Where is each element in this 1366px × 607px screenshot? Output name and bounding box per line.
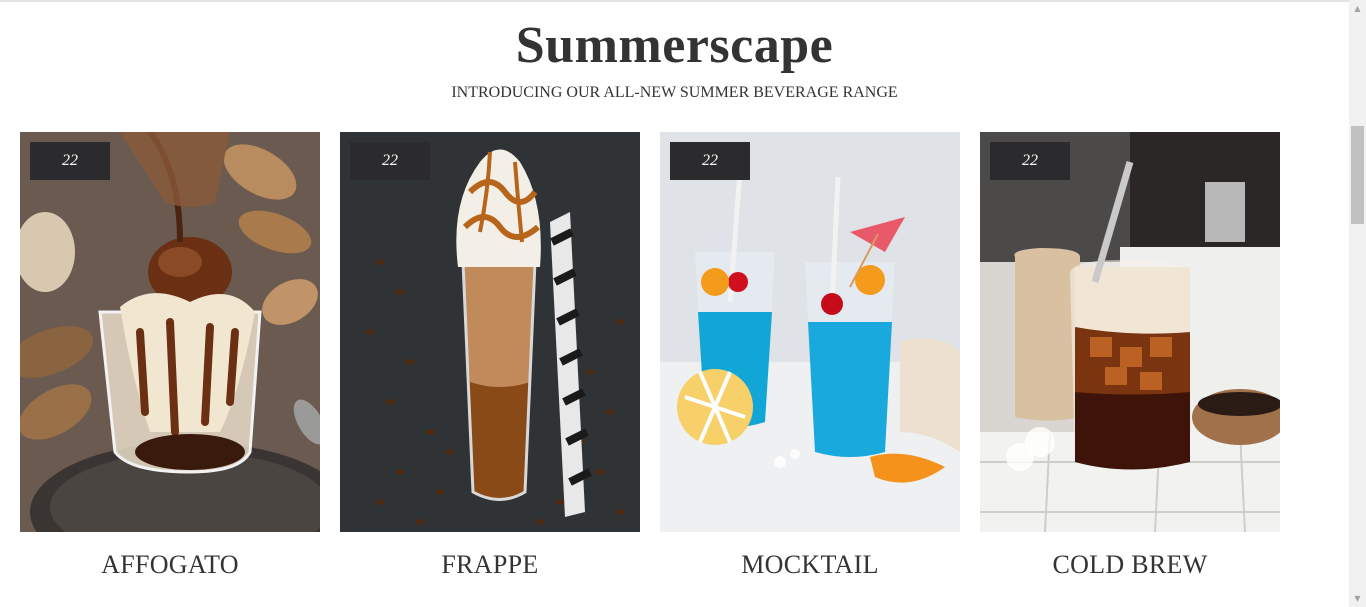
product-card-affogato[interactable]: 22 AFFOGATO	[20, 132, 320, 581]
product-name[interactable]: COLD BREW	[980, 549, 1280, 581]
price-badge: 22	[350, 142, 430, 180]
product-card-frappe[interactable]: 22 FRAPPE	[340, 132, 640, 581]
scroll-down-arrow-icon[interactable]: ▼	[1349, 590, 1366, 607]
scrollbar-thumb[interactable]	[1351, 126, 1364, 224]
frappe-image	[340, 132, 640, 532]
cold-brew-photo[interactable]: 22	[980, 132, 1280, 532]
top-divider	[0, 0, 1349, 2]
frappe-photo[interactable]: 22	[340, 132, 640, 532]
mocktail-photo[interactable]: 22	[660, 132, 960, 532]
price-badge: 22	[990, 142, 1070, 180]
mocktail-image	[660, 132, 960, 532]
price-badge: 22	[670, 142, 750, 180]
affogato-photo[interactable]: 22	[20, 132, 320, 532]
cold-brew-image	[980, 132, 1280, 532]
product-name[interactable]: AFFOGATO	[20, 549, 320, 581]
page-title: Summerscape	[515, 17, 834, 74]
price-badge: 22	[30, 142, 110, 180]
product-card-mocktail[interactable]: 22 MOCKTAIL	[660, 132, 960, 581]
page-subtitle: INTRODUCING OUR ALL-NEW SUMMER BEVERAGE …	[451, 84, 898, 101]
product-card-cold-brew[interactable]: 22 COLD BREW	[980, 132, 1280, 581]
affogato-image	[20, 132, 320, 532]
page: Summerscape INTRODUCING OUR ALL-NEW SUMM…	[0, 0, 1366, 607]
vertical-scrollbar[interactable]: ▲ ▼	[1349, 0, 1366, 607]
scroll-up-arrow-icon[interactable]: ▲	[1349, 0, 1366, 17]
product-name[interactable]: MOCKTAIL	[660, 549, 960, 581]
product-name[interactable]: FRAPPE	[340, 549, 640, 581]
